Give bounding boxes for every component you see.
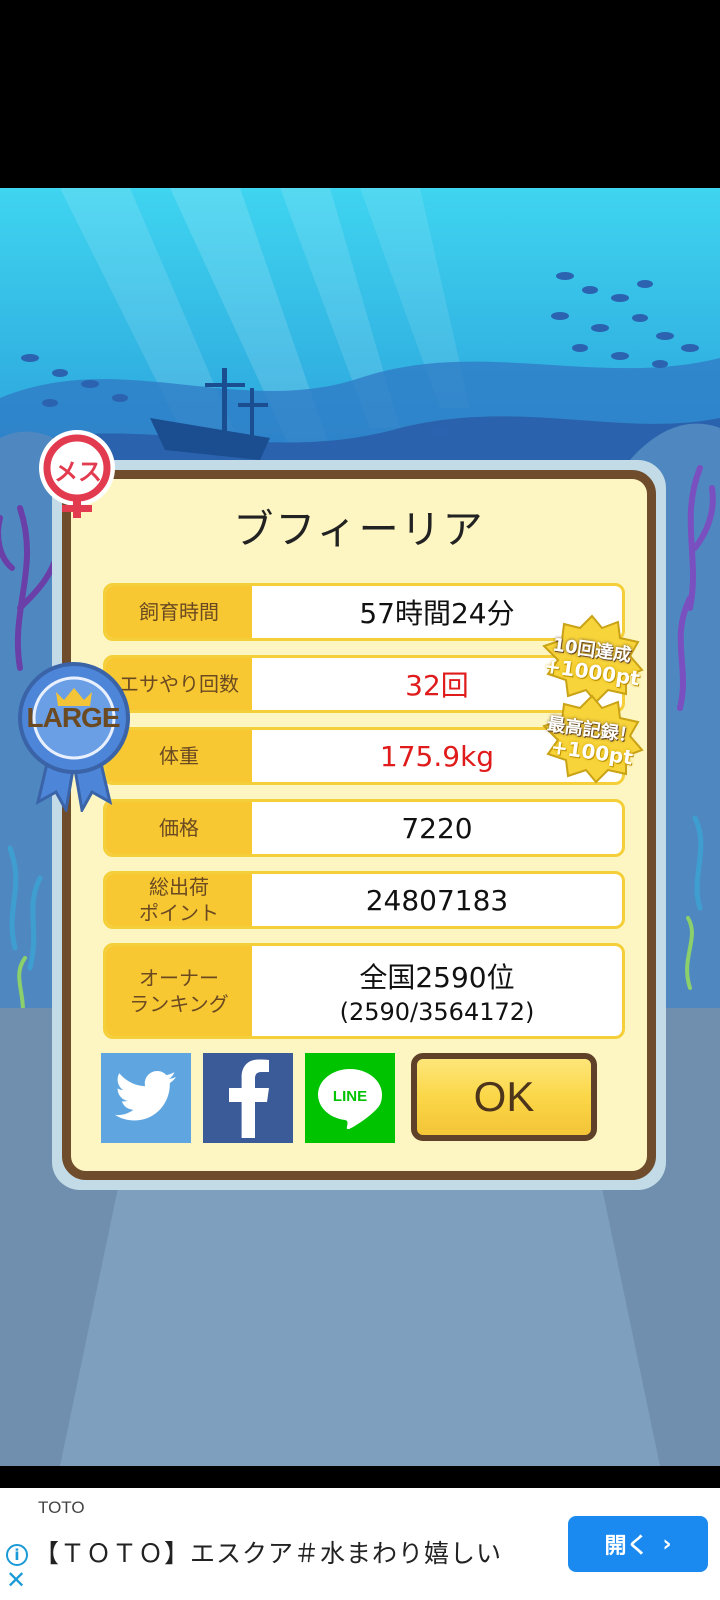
ad-open-button[interactable]: 開く ›	[568, 1516, 708, 1572]
ad-info-icon[interactable]: i	[6, 1544, 28, 1566]
twitter-share-button[interactable]	[101, 1053, 191, 1143]
facebook-share-button[interactable]	[203, 1053, 293, 1143]
ad-close-icon[interactable]: ✕	[6, 1568, 26, 1592]
facebook-f-icon	[229, 1059, 269, 1138]
stat-row-owner-ranking: オーナー ランキング 全国2590位 (2590/3564172)	[103, 943, 625, 1039]
ad-banner[interactable]: TOTO i ✕ 【ＴＯＴＯ】エスクア＃水まわり嬉しい 開く ›	[0, 1488, 720, 1600]
stat-label: 飼育時間	[106, 586, 252, 638]
dialog-panel: ブフィーリア 飼育時間 57時間24分 エサやり回数 32回 体重 175.9k…	[62, 470, 656, 1180]
bottom-black-bar	[0, 1466, 720, 1488]
stat-label: 総出荷 ポイント	[106, 874, 252, 926]
line-share-button[interactable]: LINE	[305, 1053, 395, 1143]
ranking-detail: (2590/3564172)	[339, 998, 535, 1026]
ok-button[interactable]: OK	[411, 1053, 597, 1141]
stat-row-total-points: 総出荷 ポイント 24807183	[103, 871, 625, 929]
ad-headline: 【ＴＯＴＯ】エスクア＃水まわり嬉しい	[34, 1539, 503, 1568]
stat-row-price: 価格 7220	[103, 799, 625, 857]
ad-brand-label: TOTO	[38, 1498, 85, 1517]
stat-label: オーナー ランキング	[106, 946, 252, 1036]
ranking-value: 全国2590位	[359, 961, 515, 994]
stat-value: 7220	[401, 811, 473, 845]
stat-value-group: 全国2590位 (2590/3564172)	[252, 946, 622, 1036]
line-logo-text: LINE	[333, 1088, 367, 1105]
bonus-badge-feeding: 10回達成 +1000pt	[540, 614, 644, 704]
gender-label: メス	[54, 458, 102, 486]
fish-name-title: ブフィーリア	[233, 507, 485, 553]
size-label: LARGE	[26, 702, 121, 733]
top-black-bar	[0, 0, 720, 188]
bonus-badge-record: 最高記録！ +100pt	[540, 694, 644, 784]
twitter-bird-icon	[115, 1071, 176, 1121]
ad-open-label: 開く	[604, 1534, 649, 1559]
line-speech-bubble-icon: LINE	[318, 1069, 382, 1129]
stat-value: 24807183	[365, 883, 509, 917]
chevron-right-icon: ›	[662, 1531, 672, 1557]
fish-result-dialog: ブフィーリア 飼育時間 57時間24分 エサやり回数 32回 体重 175.9k…	[52, 460, 666, 1190]
